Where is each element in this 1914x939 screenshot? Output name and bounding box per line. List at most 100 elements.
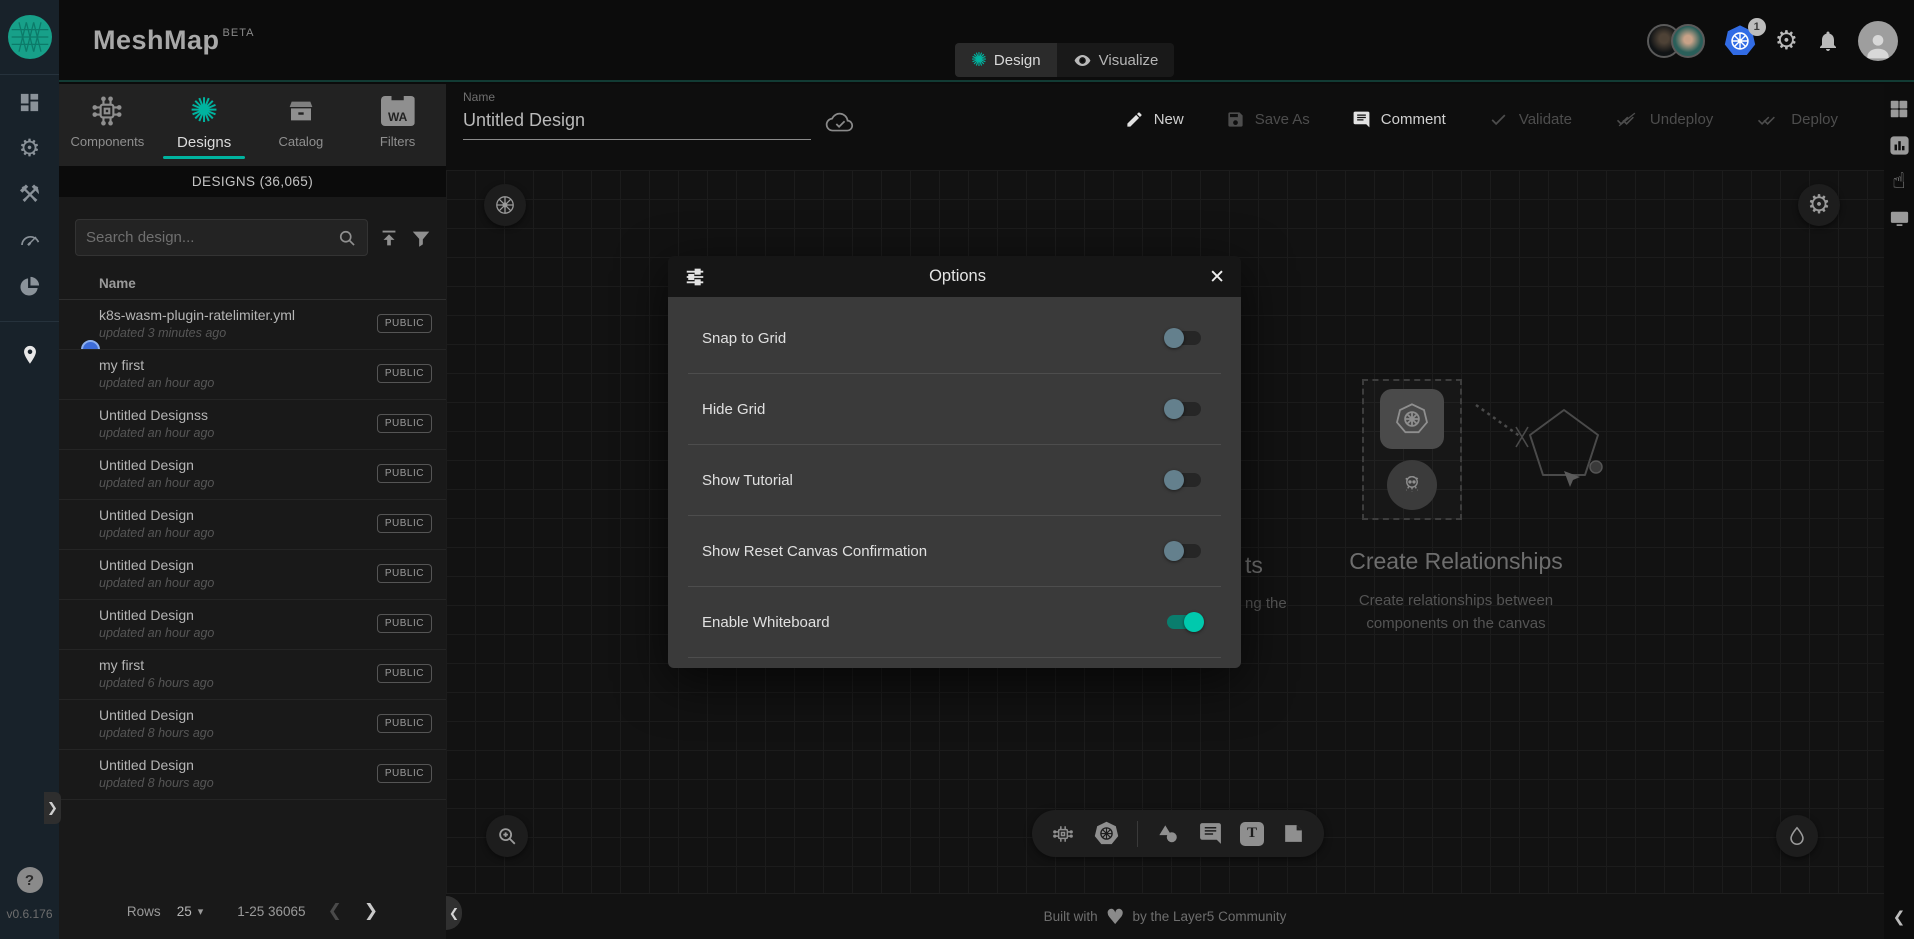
option-row-snap-to-grid: Snap to Grid xyxy=(688,303,1221,374)
kubernetes-canvas-button[interactable] xyxy=(484,184,526,226)
right-rail-chart-icon[interactable] xyxy=(1888,134,1911,157)
canvas-settings-gear-button[interactable]: ⚙ xyxy=(1798,184,1840,226)
validate-label: Validate xyxy=(1519,111,1572,128)
tab-filters[interactable]: WA Filters xyxy=(353,92,443,157)
save-as-label: Save As xyxy=(1255,111,1310,128)
filter-funnel-icon[interactable] xyxy=(410,227,432,249)
dock-media-icon[interactable] xyxy=(1281,821,1306,846)
rows-per-page-value: 25 xyxy=(177,904,192,919)
tab-catalog[interactable]: Catalog xyxy=(256,92,346,157)
enable-whiteboard-toggle[interactable] xyxy=(1167,615,1201,629)
public-badge: PUBLIC xyxy=(377,764,432,783)
option-label: Enable Whiteboard xyxy=(702,614,830,631)
right-rail-monitor-icon[interactable] xyxy=(1888,207,1911,230)
collaborator-avatars[interactable] xyxy=(1647,24,1705,58)
design-row[interactable]: Untitled Design updated 8 hours ago PUBL… xyxy=(59,700,446,750)
tab-design[interactable]: ✺ Design xyxy=(955,43,1057,77)
community-text: by the Layer5 Community xyxy=(1133,909,1287,924)
dock-shapes-icon[interactable] xyxy=(1155,821,1181,847)
deploy-double-check-icon xyxy=(1755,110,1781,129)
public-badge: PUBLIC xyxy=(377,464,432,483)
public-badge: PUBLIC xyxy=(377,514,432,533)
built-with-text: Built with xyxy=(1044,909,1098,924)
public-badge: PUBLIC xyxy=(377,614,432,633)
rail-dashboard-icon[interactable] xyxy=(17,89,43,115)
design-name-input[interactable] xyxy=(463,104,811,140)
canvas-dock: T xyxy=(1032,810,1324,857)
rail-lifecycle-gears-icon[interactable]: ⚙ xyxy=(17,135,43,161)
hide-grid-toggle[interactable] xyxy=(1167,402,1201,416)
canvas-footer: ❮ Built with ♥ by the Layer5 Community xyxy=(446,893,1884,939)
collaborator-avatar-2[interactable] xyxy=(1671,24,1705,58)
dock-component-icon[interactable] xyxy=(1050,821,1076,847)
zoom-in-button[interactable] xyxy=(486,815,528,857)
design-row[interactable]: Untitled Design updated an hour ago PUBL… xyxy=(59,550,446,600)
hint-relationship-graphic xyxy=(1446,375,1666,555)
cloud-synced-icon xyxy=(825,111,855,134)
rail-divider xyxy=(0,321,59,322)
help-button[interactable]: ? xyxy=(17,867,43,893)
design-row[interactable]: Untitled Design updated an hour ago PUBL… xyxy=(59,600,446,650)
rows-per-page-select[interactable]: 25 ▾ xyxy=(177,904,204,919)
tab-catalog-label: Catalog xyxy=(278,134,323,149)
save-as-button[interactable]: Save As xyxy=(1226,110,1310,129)
panel-expand-button[interactable]: ❯ xyxy=(44,792,61,824)
upload-design-icon[interactable] xyxy=(378,227,400,249)
show-reset-canvas-confirmation-toggle[interactable] xyxy=(1167,544,1201,558)
dock-kubernetes-icon[interactable] xyxy=(1093,820,1120,847)
show-tutorial-toggle[interactable] xyxy=(1167,473,1201,487)
option-row-enable-whiteboard: Enable Whiteboard xyxy=(688,587,1221,658)
ink-drop-button[interactable] xyxy=(1776,815,1818,857)
right-rail-collapse-button[interactable]: ❮ xyxy=(1893,910,1906,925)
deploy-button[interactable]: Deploy xyxy=(1755,110,1838,129)
validate-button[interactable]: Validate xyxy=(1488,110,1572,129)
tab-components[interactable]: Components xyxy=(62,92,152,157)
footer-collapse-button[interactable]: ❮ xyxy=(446,896,462,930)
check-icon xyxy=(1488,110,1509,129)
rail-meshmap-pin-icon[interactable] xyxy=(17,342,43,368)
design-row[interactable]: k8s-wasm-plugin-ratelimiter.yml updated … xyxy=(59,300,446,350)
user-avatar[interactable] xyxy=(1858,21,1898,61)
search-input[interactable] xyxy=(86,229,337,246)
search-box[interactable] xyxy=(75,219,368,256)
undeploy-button[interactable]: Undeploy xyxy=(1614,110,1713,129)
dock-text-tool-icon[interactable]: T xyxy=(1240,822,1264,846)
rail-extensions-pie-icon[interactable] xyxy=(17,273,43,299)
public-badge: PUBLIC xyxy=(377,664,432,683)
kubernetes-count-badge: 1 xyxy=(1748,18,1766,36)
next-page-button[interactable]: ❯ xyxy=(364,903,378,920)
design-row[interactable]: my first updated an hour ago PUBLIC xyxy=(59,350,446,400)
panel-tabs: Components ✺ Designs Catalog WA Filters xyxy=(59,84,446,166)
new-design-button[interactable]: New xyxy=(1125,110,1184,129)
design-row[interactable]: Untitled Design updated an hour ago PUBL… xyxy=(59,500,446,550)
dock-comment-icon[interactable] xyxy=(1198,821,1223,846)
prev-page-button[interactable]: ❮ xyxy=(328,903,342,920)
footer-credit: Built with ♥ by the Layer5 Community xyxy=(1044,905,1287,929)
design-list: k8s-wasm-plugin-ratelimiter.yml updated … xyxy=(59,300,446,883)
components-chip-icon xyxy=(90,92,124,130)
rail-configuration-tools-icon[interactable]: ⚒ xyxy=(17,181,43,207)
design-row[interactable]: Untitled Design updated 8 hours ago PUBL… xyxy=(59,750,446,800)
design-row[interactable]: my first updated 6 hours ago PUBLIC xyxy=(59,650,446,700)
option-label: Show Reset Canvas Confirmation xyxy=(702,543,927,560)
right-rail-grid-icon[interactable] xyxy=(1888,98,1910,120)
snap-to-grid-toggle[interactable] xyxy=(1167,331,1201,345)
public-badge: PUBLIC xyxy=(377,364,432,383)
layer5-logo[interactable] xyxy=(0,0,59,75)
design-row[interactable]: Untitled Designss updated an hour ago PU… xyxy=(59,400,446,450)
rows-label: Rows xyxy=(127,904,161,919)
notifications-bell-icon[interactable] xyxy=(1816,29,1840,53)
rail-performance-gauge-icon[interactable] xyxy=(17,227,43,253)
right-rail-touch-icon[interactable]: ☝ xyxy=(1892,171,1905,193)
options-modal-header: Options ✕ xyxy=(668,256,1241,297)
design-row[interactable]: Untitled Design updated an hour ago PUBL… xyxy=(59,450,446,500)
settings-gear-icon[interactable]: ⚙ xyxy=(1775,28,1798,54)
public-badge: PUBLIC xyxy=(377,314,432,333)
tab-visualize[interactable]: Visualize xyxy=(1057,43,1175,77)
kubernetes-context-button[interactable]: 1 xyxy=(1723,24,1757,58)
close-icon[interactable]: ✕ xyxy=(1209,266,1225,288)
rail-bottom: ? v0.6.176 xyxy=(0,867,59,921)
tab-designs[interactable]: ✺ Designs xyxy=(159,92,249,159)
comment-button[interactable]: Comment xyxy=(1352,110,1446,129)
option-row-hide-grid: Hide Grid xyxy=(688,374,1221,445)
